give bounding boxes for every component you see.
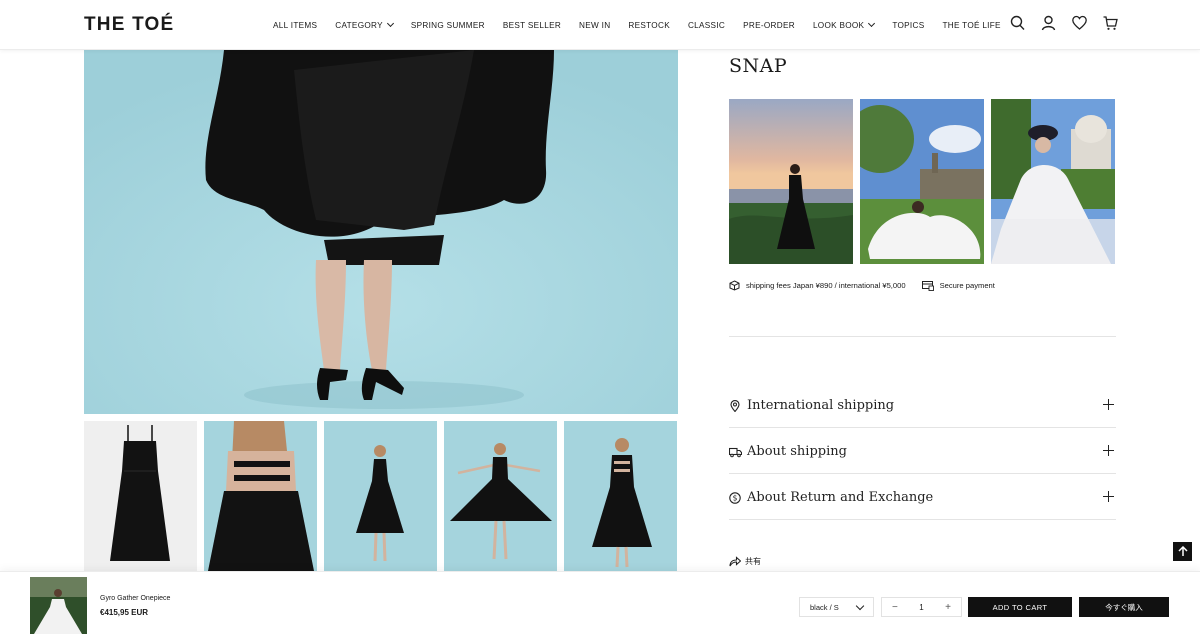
chevron-down-icon (868, 19, 876, 28)
sticky-product-price: €415,95 EUR (100, 608, 149, 617)
account-icon[interactable] (1041, 15, 1056, 31)
share-icon (729, 556, 741, 567)
accordion-about-shipping[interactable]: About shipping (728, 428, 1116, 474)
nav-spring-summer[interactable]: SPRING SUMMER (402, 21, 494, 30)
nav-label: SPRING SUMMER (410, 20, 485, 30)
nav-label: LOOK BOOK (812, 20, 865, 30)
quantity-stepper: − 1 + (881, 597, 962, 617)
arrow-up-icon (1177, 546, 1188, 556)
nav-label: TOPICS (892, 20, 925, 30)
nav-category[interactable]: CATEGORY (326, 19, 402, 30)
nav-label: CLASSIC (687, 20, 726, 30)
sticky-cart-bar: Gyro Gather Onepiece €415,95 EUR black /… (0, 571, 1200, 639)
nav-new-in[interactable]: NEW IN (570, 21, 619, 30)
accordion-label: International shipping (747, 397, 895, 413)
accordion-return-exchange[interactable]: $ About Return and Exchange (729, 474, 1116, 520)
shipping-fee-info: shipping fees Japan ¥890 / international… (729, 280, 906, 291)
product-main-image[interactable] (84, 50, 678, 414)
chevron-down-icon (855, 601, 865, 611)
add-to-cart-button[interactable]: ADD TO CART (968, 597, 1072, 617)
quantity-increase-button[interactable]: + (945, 602, 951, 613)
share-label: 共有 (745, 557, 761, 566)
secure-payment-text: Secure payment (939, 281, 995, 290)
accordion-label: About Return and Exchange (747, 489, 934, 505)
nav-label: NEW IN (579, 20, 611, 30)
snap-photo-cathedral[interactable] (991, 99, 1115, 264)
share-button[interactable]: 共有 (729, 556, 761, 567)
nav-label: CATEGORY (335, 20, 383, 30)
section-divider (729, 336, 1116, 337)
plus-icon (1103, 399, 1114, 410)
snap-heading: SNAP (729, 55, 788, 77)
wishlist-heart-icon[interactable] (1072, 15, 1087, 31)
nav-the-toe-life[interactable]: THE TOÉ LIFE (933, 21, 1009, 30)
box-icon (729, 280, 740, 291)
plus-icon (1103, 445, 1114, 456)
cart-icon[interactable] (1103, 15, 1118, 31)
svg-text:$: $ (733, 494, 738, 503)
thumbnail-back-full[interactable] (564, 421, 677, 571)
nav-topics[interactable]: TOPICS (883, 21, 933, 30)
search-icon[interactable] (1010, 15, 1025, 31)
nav-restock[interactable]: RESTOCK (619, 21, 679, 30)
chevron-down-icon (386, 19, 394, 28)
nav-label: ALL ITEMS (273, 20, 318, 30)
nav-classic[interactable]: CLASSIC (679, 21, 734, 30)
plus-icon (1103, 491, 1114, 502)
header-icons (1010, 15, 1118, 31)
nav-label: PRE-ORDER (743, 20, 795, 30)
back-to-top-button[interactable] (1173, 542, 1192, 561)
dollar-circle-icon: $ (729, 491, 741, 504)
accordion-international-shipping[interactable]: International shipping (729, 382, 1116, 428)
thumbnail-full-front[interactable] (324, 421, 437, 571)
brand-logo[interactable]: THE TOÉ (84, 14, 174, 36)
thumbnail-front[interactable] (84, 421, 197, 571)
snap-photo-park[interactable] (860, 99, 984, 264)
secure-payment-info: Secure payment (921, 280, 995, 291)
thumbnail-twirl[interactable] (444, 421, 557, 571)
snap-photo-sunset[interactable] (729, 99, 853, 264)
site-header: THE TOÉ ALL ITEMS CATEGORY SPRING SUMMER… (0, 0, 1200, 50)
snap-gallery (729, 99, 1115, 264)
quantity-decrease-button[interactable]: − (892, 602, 898, 613)
sticky-product-name: Gyro Gather Onepiece (100, 595, 171, 602)
variant-select[interactable]: black / S (799, 597, 874, 617)
nav-label: THE TOÉ LIFE (942, 20, 1001, 30)
sticky-product-thumbnail (30, 577, 87, 634)
nav-pre-order[interactable]: PRE-ORDER (734, 21, 804, 30)
quantity-value[interactable]: 1 (919, 603, 923, 612)
accordion-divider (729, 519, 1116, 520)
nav-label: RESTOCK (628, 20, 670, 30)
shipping-payment-info: shipping fees Japan ¥890 / international… (729, 280, 995, 291)
nav-label: BEST SELLER (502, 20, 562, 30)
shipping-fee-text: shipping fees Japan ¥890 / international… (746, 281, 906, 290)
nav-all-items[interactable]: ALL ITEMS (264, 21, 326, 30)
truck-icon (728, 445, 743, 458)
buy-now-button[interactable]: 今すぐ購入 (1079, 597, 1169, 617)
secure-card-icon (921, 281, 934, 291)
main-nav: ALL ITEMS CATEGORY SPRING SUMMER BEST SE… (264, 0, 1010, 50)
thumbnail-back-detail[interactable] (204, 421, 317, 571)
nav-look-book[interactable]: LOOK BOOK (804, 19, 883, 30)
nav-best-seller[interactable]: BEST SELLER (494, 21, 570, 30)
location-pin-icon (729, 399, 741, 413)
product-thumbnails (84, 421, 678, 571)
accordion-label: About shipping (747, 443, 847, 459)
variant-value: black / S (810, 602, 839, 612)
